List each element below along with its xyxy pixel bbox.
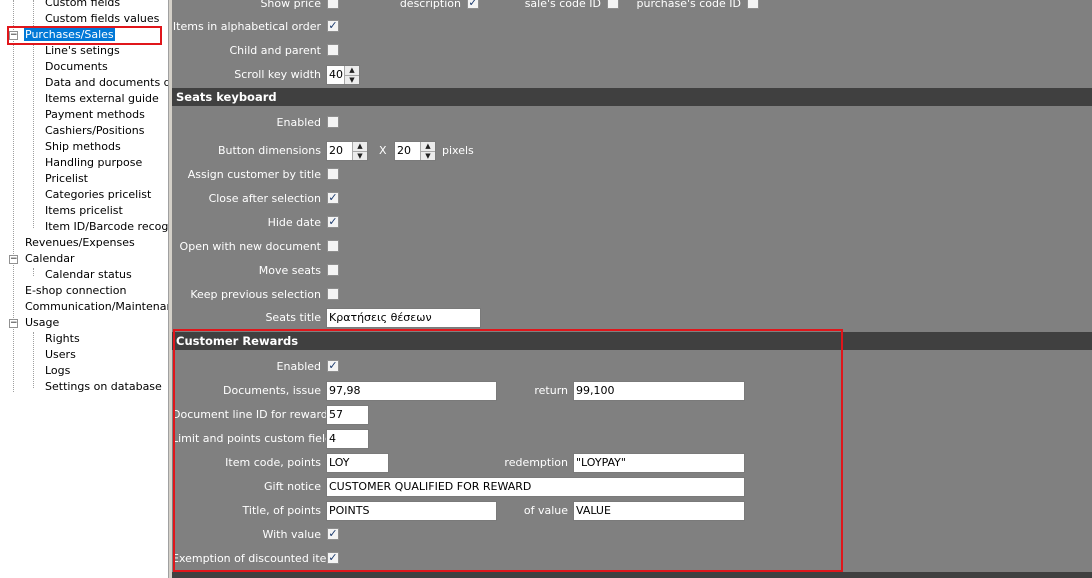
keep-previous-selection-checkbox[interactable] — [327, 288, 339, 300]
tree-item-eshop-connection[interactable]: E-shop connection — [24, 283, 127, 299]
purchase-code-label: purchase's code ID — [636, 0, 741, 10]
show-price-label: Show price — [260, 0, 321, 10]
tree-item-item-id-barcode[interactable]: Item ID/Barcode recognize — [44, 219, 168, 235]
tree-item-data-documents-design[interactable]: Data and documents desi — [44, 75, 168, 91]
tree-item-payment-methods[interactable]: Payment methods — [44, 107, 146, 123]
tree-connector — [33, 332, 34, 388]
description-label: description — [399, 0, 461, 10]
tree-item-usage[interactable]: Usage — [24, 315, 60, 331]
tree-item-communication-maintenance[interactable]: Communication/Maintenance — [24, 299, 168, 315]
sales-code-checkbox[interactable] — [607, 0, 619, 9]
tree-item-pricelist[interactable]: Pricelist — [44, 171, 89, 187]
close-after-selection-label: Close after selection — [208, 192, 321, 205]
selection-highlight-box — [7, 26, 162, 45]
tree-item-items-pricelist[interactable]: Items pricelist — [44, 203, 124, 219]
alphabetical-checkbox[interactable]: ✓ — [327, 20, 339, 32]
empty-checkbox-icon — [328, 0, 338, 8]
tree-item-documents[interactable]: Documents — [44, 59, 109, 75]
spin-down-icon[interactable]: ▼ — [421, 151, 435, 161]
description-checkbox[interactable]: ✓ — [467, 0, 479, 9]
empty-checkbox-icon — [608, 0, 618, 8]
tree-connector — [33, 268, 34, 276]
button-width-stepper[interactable]: 20 ▲ ▼ — [326, 141, 368, 161]
collapse-icon[interactable]: − — [9, 255, 18, 264]
button-dimensions-label: Button dimensions — [217, 144, 321, 157]
tree-item-users[interactable]: Users — [44, 347, 77, 363]
tree-item-custom-fields[interactable]: Custom fields — [44, 0, 121, 11]
seats-title-input[interactable]: Κρατήσεις θέσεων — [326, 308, 481, 328]
empty-checkbox-icon — [328, 289, 338, 299]
next-section-header — [172, 572, 1092, 578]
button-height-stepper[interactable]: 20 ▲ ▼ — [394, 141, 436, 161]
show-price-checkbox[interactable] — [327, 0, 339, 9]
collapse-icon[interactable]: − — [9, 319, 18, 328]
seats-title-label: Seats title — [265, 311, 321, 324]
spin-down-icon[interactable]: ▼ — [353, 151, 367, 161]
checkmark-icon: ✓ — [328, 191, 338, 204]
spin-down-icon[interactable]: ▼ — [345, 75, 359, 85]
checkmark-icon: ✓ — [328, 215, 338, 228]
empty-checkbox-icon — [328, 241, 338, 251]
tree-item-calendar-status[interactable]: Calendar status — [44, 267, 133, 283]
empty-checkbox-icon — [328, 265, 338, 275]
tree-item-settings-on-database[interactable]: Settings on database — [44, 379, 163, 395]
tree-connector — [13, 0, 14, 392]
settings-tree: Custom fields Custom fields values − Pur… — [0, 0, 168, 578]
checkmark-icon: ✓ — [468, 0, 478, 9]
open-new-document-checkbox[interactable] — [327, 240, 339, 252]
assign-customer-label: Assign customer by title — [187, 168, 321, 181]
purchase-code-checkbox[interactable] — [747, 0, 759, 9]
seats-enabled-label: Enabled — [276, 116, 321, 129]
child-parent-checkbox[interactable] — [327, 44, 339, 56]
empty-checkbox-icon — [748, 0, 758, 8]
empty-checkbox-icon — [328, 117, 338, 127]
spin-up-icon[interactable]: ▲ — [353, 142, 367, 151]
tree-item-categories-pricelist[interactable]: Categories pricelist — [44, 187, 152, 203]
tree-connector — [33, 0, 34, 26]
assign-customer-checkbox[interactable] — [327, 168, 339, 180]
pixels-unit-label: pixels — [442, 144, 474, 157]
scroll-key-width-label: Scroll key width — [234, 68, 321, 81]
tree-item-items-external-guide[interactable]: Items external guide — [44, 91, 160, 107]
checkmark-icon: ✓ — [328, 19, 338, 32]
open-new-document-label: Open with new document — [179, 240, 321, 253]
dimension-separator: X — [379, 144, 387, 157]
tree-item-lines-settings[interactable]: Line's setings — [44, 43, 121, 59]
tree-item-custom-fields-values[interactable]: Custom fields values — [44, 11, 160, 27]
sales-code-label: sale's code ID — [524, 0, 601, 10]
rewards-highlight-box — [173, 329, 843, 572]
seats-enabled-checkbox[interactable] — [327, 116, 339, 128]
empty-checkbox-icon — [328, 169, 338, 179]
scroll-key-width-stepper[interactable]: 40 ▲ ▼ — [326, 65, 360, 85]
tree-item-cashiers-positions[interactable]: Cashiers/Positions — [44, 123, 145, 139]
move-seats-checkbox[interactable] — [327, 264, 339, 276]
tree-item-handling-purpose[interactable]: Handling purpose — [44, 155, 143, 171]
tree-item-logs[interactable]: Logs — [44, 363, 71, 379]
tree-item-revenues-expenses[interactable]: Revenues/Expenses — [24, 235, 136, 251]
tree-item-ship-methods[interactable]: Ship methods — [44, 139, 122, 155]
child-parent-label: Child and parent — [229, 44, 322, 57]
tree-item-calendar[interactable]: Calendar — [24, 251, 75, 267]
spin-up-icon[interactable]: ▲ — [345, 66, 359, 75]
keep-previous-selection-label: Keep previous selection — [190, 288, 321, 301]
close-after-selection-checkbox[interactable]: ✓ — [327, 192, 339, 204]
settings-panel: Show price description ✓ sale's code ID … — [172, 0, 1092, 578]
seats-keyboard-header: Seats keyboard — [172, 88, 1092, 106]
empty-checkbox-icon — [328, 45, 338, 55]
hide-date-checkbox[interactable]: ✓ — [327, 216, 339, 228]
alphabetical-label: Items in alphabetical order — [172, 20, 321, 33]
spin-up-icon[interactable]: ▲ — [421, 142, 435, 151]
tree-item-rights[interactable]: Rights — [44, 331, 81, 347]
hide-date-label: Hide date — [267, 216, 321, 229]
move-seats-label: Move seats — [258, 264, 321, 277]
tree-connector — [33, 44, 34, 228]
